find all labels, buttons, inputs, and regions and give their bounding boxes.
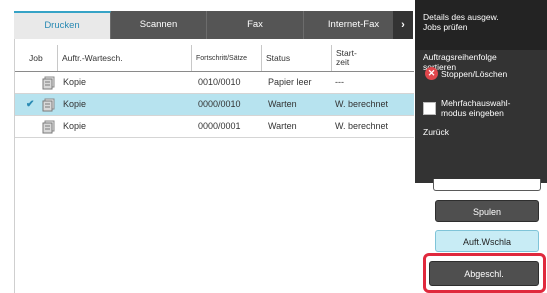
job-start-time: --- <box>335 77 344 87</box>
job-name: Kopie <box>63 99 87 109</box>
spool-button[interactable]: Spulen <box>435 200 539 222</box>
table-row[interactable]: Kopie 0000/0001 Warten W. berechnet <box>15 116 414 138</box>
job-status-screen: Drucken Scannen Fax Internet-Fax › Job A… <box>0 0 547 293</box>
action-menu: Details des ausgew. Jobs prüfen Auftrags… <box>415 0 547 183</box>
copy-job-icon <box>42 76 55 90</box>
menu-item-details[interactable]: Details des ausgew. Jobs prüfen <box>415 0 547 50</box>
hidden-button-edge <box>433 179 541 191</box>
job-name: Kopie <box>63 77 87 87</box>
job-progress: 0010/0010 <box>198 77 241 87</box>
checkbox[interactable] <box>423 102 436 115</box>
menu-item-back[interactable]: Zurück <box>423 127 543 137</box>
job-table-header: Job Auftr.-Wartesch. Fortschritt/Sätze S… <box>15 45 414 72</box>
column-progress: Fortschritt/Sätze <box>191 45 261 71</box>
job-status: Warten <box>268 99 297 109</box>
job-start-time: W. berechnet <box>335 121 389 131</box>
job-queue-button[interactable]: Auft.Wschla <box>435 230 539 252</box>
chevron-right-icon[interactable]: › <box>393 11 413 39</box>
copy-job-icon <box>42 120 55 134</box>
stop-icon: ✕ <box>425 67 438 80</box>
tab-scan[interactable]: Scannen <box>111 11 207 39</box>
job-start-time: W. berechnet <box>335 99 389 109</box>
table-row[interactable]: ✔ Kopie 0000/0010 Warten W. berechnet <box>15 94 414 116</box>
job-status: Papier leer <box>268 77 312 87</box>
tab-internet-fax[interactable]: Internet-Fax <box>304 11 404 39</box>
copy-job-icon <box>42 98 55 112</box>
job-name: Kopie <box>63 121 87 131</box>
menu-item-multi-select[interactable]: Mehrfachauswahl- modus eingeben <box>441 98 547 118</box>
checkmark-icon: ✔ <box>26 99 35 110</box>
job-progress: 0000/0010 <box>198 99 241 109</box>
column-status: Status <box>261 45 331 71</box>
tab-fax[interactable]: Fax <box>207 11 304 39</box>
highlight-frame <box>423 253 546 293</box>
column-job: Job <box>29 53 43 63</box>
column-start-time: Start- zeit <box>331 45 414 71</box>
menu-item-stop-delete[interactable]: Stoppen/Löschen <box>441 69 547 79</box>
job-status: Warten <box>268 121 297 131</box>
column-queue: Auftr.-Wartesch. <box>57 45 191 71</box>
tab-print[interactable]: Drucken <box>14 11 111 39</box>
job-progress: 0000/0001 <box>198 121 241 131</box>
table-row[interactable]: Kopie 0010/0010 Papier leer --- <box>15 72 414 94</box>
